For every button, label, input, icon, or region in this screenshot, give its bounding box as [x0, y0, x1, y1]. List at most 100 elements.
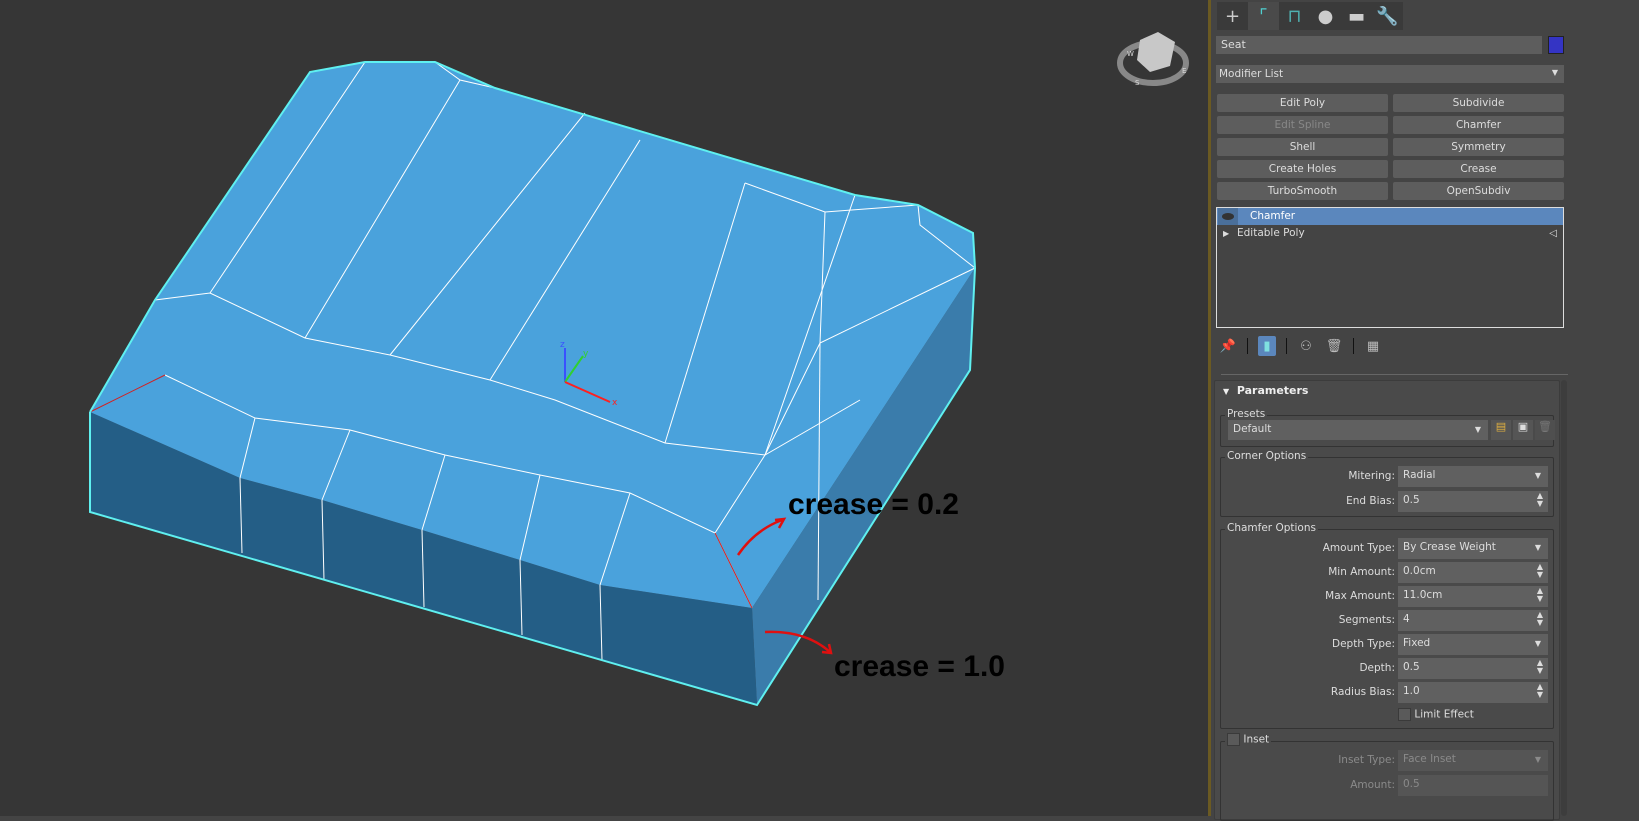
utilities-wrench-icon[interactable]: 🔧	[1372, 2, 1403, 30]
spinner-arrows-icon[interactable]: ▲ ▼	[1537, 492, 1543, 508]
min-amount-value: 0.0cm	[1403, 565, 1436, 577]
opensubdiv-button[interactable]: OpenSubdiv	[1393, 182, 1564, 200]
make-unique-icon[interactable]: ⚇	[1297, 336, 1315, 356]
segments-value: 4	[1403, 613, 1410, 625]
depth-value: 0.5	[1403, 661, 1420, 673]
expand-triangle-icon[interactable]: ▶	[1223, 225, 1229, 242]
depth-label: Depth:	[1359, 662, 1395, 674]
corner-options-label: Corner Options	[1225, 450, 1309, 462]
panel-scrollbar[interactable]	[1561, 380, 1567, 816]
radius-bias-value: 1.0	[1403, 685, 1420, 697]
turbosmooth-button[interactable]: TurboSmooth	[1217, 182, 1388, 200]
delete-preset-icon[interactable]: 🗑	[1535, 420, 1555, 440]
symmetry-button[interactable]: Symmetry	[1393, 138, 1564, 156]
depth-type-value: Fixed	[1403, 637, 1431, 649]
max-amount-spinner[interactable]: 11.0cm ▲ ▼	[1398, 586, 1548, 607]
depth-type-label: Depth Type:	[1332, 638, 1395, 650]
modify-tab-icon[interactable]: ⌜	[1248, 2, 1279, 30]
configure-modifier-sets-icon[interactable]: ▦	[1364, 336, 1382, 356]
max-amount-value: 11.0cm	[1403, 589, 1443, 601]
amount-type-value: By Crease Weight	[1403, 541, 1496, 553]
inset-checkbox[interactable]: Inset	[1225, 733, 1272, 746]
svg-text:E: E	[1182, 67, 1186, 75]
chamfer-button[interactable]: Chamfer	[1393, 116, 1564, 134]
pin-stack-icon[interactable]: 📌	[1219, 336, 1237, 356]
hierarchy-tab-icon[interactable]: ⊓	[1279, 2, 1310, 30]
checkbox[interactable]	[1398, 708, 1411, 721]
trash-icon[interactable]: 🗑	[1325, 336, 1343, 356]
inset-type-value: Face Inset	[1403, 753, 1456, 765]
parameters-rollout-header[interactable]: ▼ Parameters	[1223, 384, 1308, 397]
show-end-result-icon[interactable]: ▮	[1258, 336, 1276, 356]
chevron-down-icon: ▼	[1534, 543, 1541, 552]
chevron-down-icon: ▼	[1534, 639, 1541, 648]
edit-poly-button[interactable]: Edit Poly	[1217, 94, 1388, 112]
annotation-crease-10: crease = 1.0	[834, 650, 1005, 683]
svg-text:W: W	[1127, 50, 1134, 58]
viewport-perspective[interactable]: z y x W S E crease = 0.2 crease = 1.0	[0, 0, 1208, 816]
svg-text:z: z	[560, 340, 565, 350]
min-amount-spinner[interactable]: 0.0cm ▲ ▼	[1398, 562, 1548, 583]
mitering-dropdown[interactable]: Radial ▼	[1398, 466, 1548, 487]
stack-item-chamfer[interactable]: Chamfer	[1217, 208, 1563, 225]
object-name-input[interactable]: Seat	[1216, 36, 1542, 54]
depth-type-dropdown[interactable]: Fixed ▼	[1398, 634, 1548, 655]
limit-effect-label: Limit Effect	[1414, 708, 1474, 721]
load-preset-folder-icon[interactable]: ▤	[1491, 420, 1511, 440]
viewcube[interactable]: W S E	[1117, 32, 1189, 87]
motion-tab-icon[interactable]: ●	[1310, 2, 1341, 30]
amount-type-dropdown[interactable]: By Crease Weight ▼	[1398, 538, 1548, 559]
stack-item-label: Chamfer	[1250, 210, 1296, 222]
edit-spline-button[interactable]: Edit Spline	[1217, 116, 1388, 134]
modifier-stack: Chamfer ▶ Editable Poly ◁	[1216, 207, 1564, 328]
end-bias-label: End Bias:	[1346, 495, 1395, 507]
max-amount-label: Max Amount:	[1325, 590, 1395, 602]
divider	[1286, 338, 1287, 354]
stack-item-editable-poly[interactable]: ▶ Editable Poly ◁	[1217, 225, 1563, 242]
svg-text:x: x	[612, 398, 618, 408]
segments-spinner[interactable]: 4 ▲ ▼	[1398, 610, 1548, 631]
modifier-list-label: Modifier List	[1219, 68, 1284, 80]
chevron-down-icon: ▼	[1534, 471, 1541, 480]
shell-button[interactable]: Shell	[1217, 138, 1388, 156]
spinner-arrows-icon[interactable]: ▲ ▼	[1537, 611, 1543, 627]
annotation-crease-02: crease = 0.2	[788, 488, 959, 521]
create-tab-plus-icon[interactable]: +	[1217, 2, 1248, 30]
chamfer-options-group: Chamfer Options Amount Type: By Crease We…	[1220, 522, 1554, 729]
limit-effect-checkbox[interactable]: Limit Effect	[1398, 708, 1474, 721]
end-bias-value: 0.5	[1403, 494, 1420, 506]
inset-label: Inset	[1243, 733, 1270, 746]
crease-button[interactable]: Crease	[1393, 160, 1564, 178]
depth-spinner[interactable]: 0.5 ▲ ▼	[1398, 658, 1548, 679]
inset-type-label: Inset Type:	[1338, 754, 1395, 766]
spinner-arrows-icon[interactable]: ▲ ▼	[1537, 659, 1543, 675]
chevron-down-icon: ▼	[1474, 425, 1481, 434]
preset-dropdown[interactable]: Default ▼	[1228, 420, 1488, 440]
end-bias-spinner[interactable]: 0.5 ▲ ▼	[1398, 491, 1548, 512]
divider	[1353, 338, 1354, 354]
amount-value: 0.5	[1403, 778, 1420, 790]
svg-text:S: S	[1135, 79, 1140, 87]
eye-icon[interactable]	[1218, 208, 1238, 225]
panel-resize-handle[interactable]	[1221, 374, 1568, 375]
radius-bias-spinner[interactable]: 1.0 ▲ ▼	[1398, 682, 1548, 703]
save-preset-icon[interactable]: ▣	[1513, 420, 1533, 440]
checkbox[interactable]	[1227, 733, 1240, 746]
triangle-left-icon: ◁	[1549, 228, 1557, 239]
modifier-list-dropdown[interactable]: Modifier List ▼	[1216, 65, 1564, 83]
mitering-label: Mitering:	[1348, 470, 1395, 482]
display-tab-icon[interactable]: ▬	[1341, 2, 1372, 30]
amount-spinner[interactable]: 0.5	[1398, 775, 1548, 796]
radius-bias-label: Radius Bias:	[1330, 686, 1395, 698]
subdivide-button[interactable]: Subdivide	[1393, 94, 1564, 112]
divider	[1247, 338, 1248, 354]
spinner-arrows-icon[interactable]: ▲ ▼	[1537, 563, 1543, 579]
seat-mesh[interactable]: z y x W S E	[0, 0, 1208, 816]
create-holes-button[interactable]: Create Holes	[1217, 160, 1388, 178]
spinner-arrows-icon[interactable]: ▲ ▼	[1537, 587, 1543, 603]
stack-item-label: Editable Poly	[1237, 227, 1305, 239]
inset-type-dropdown[interactable]: Face Inset ▼	[1398, 750, 1548, 771]
object-color-swatch[interactable]	[1548, 36, 1564, 54]
spinner-arrows-icon[interactable]: ▲ ▼	[1537, 683, 1543, 699]
preset-value: Default	[1233, 423, 1272, 435]
